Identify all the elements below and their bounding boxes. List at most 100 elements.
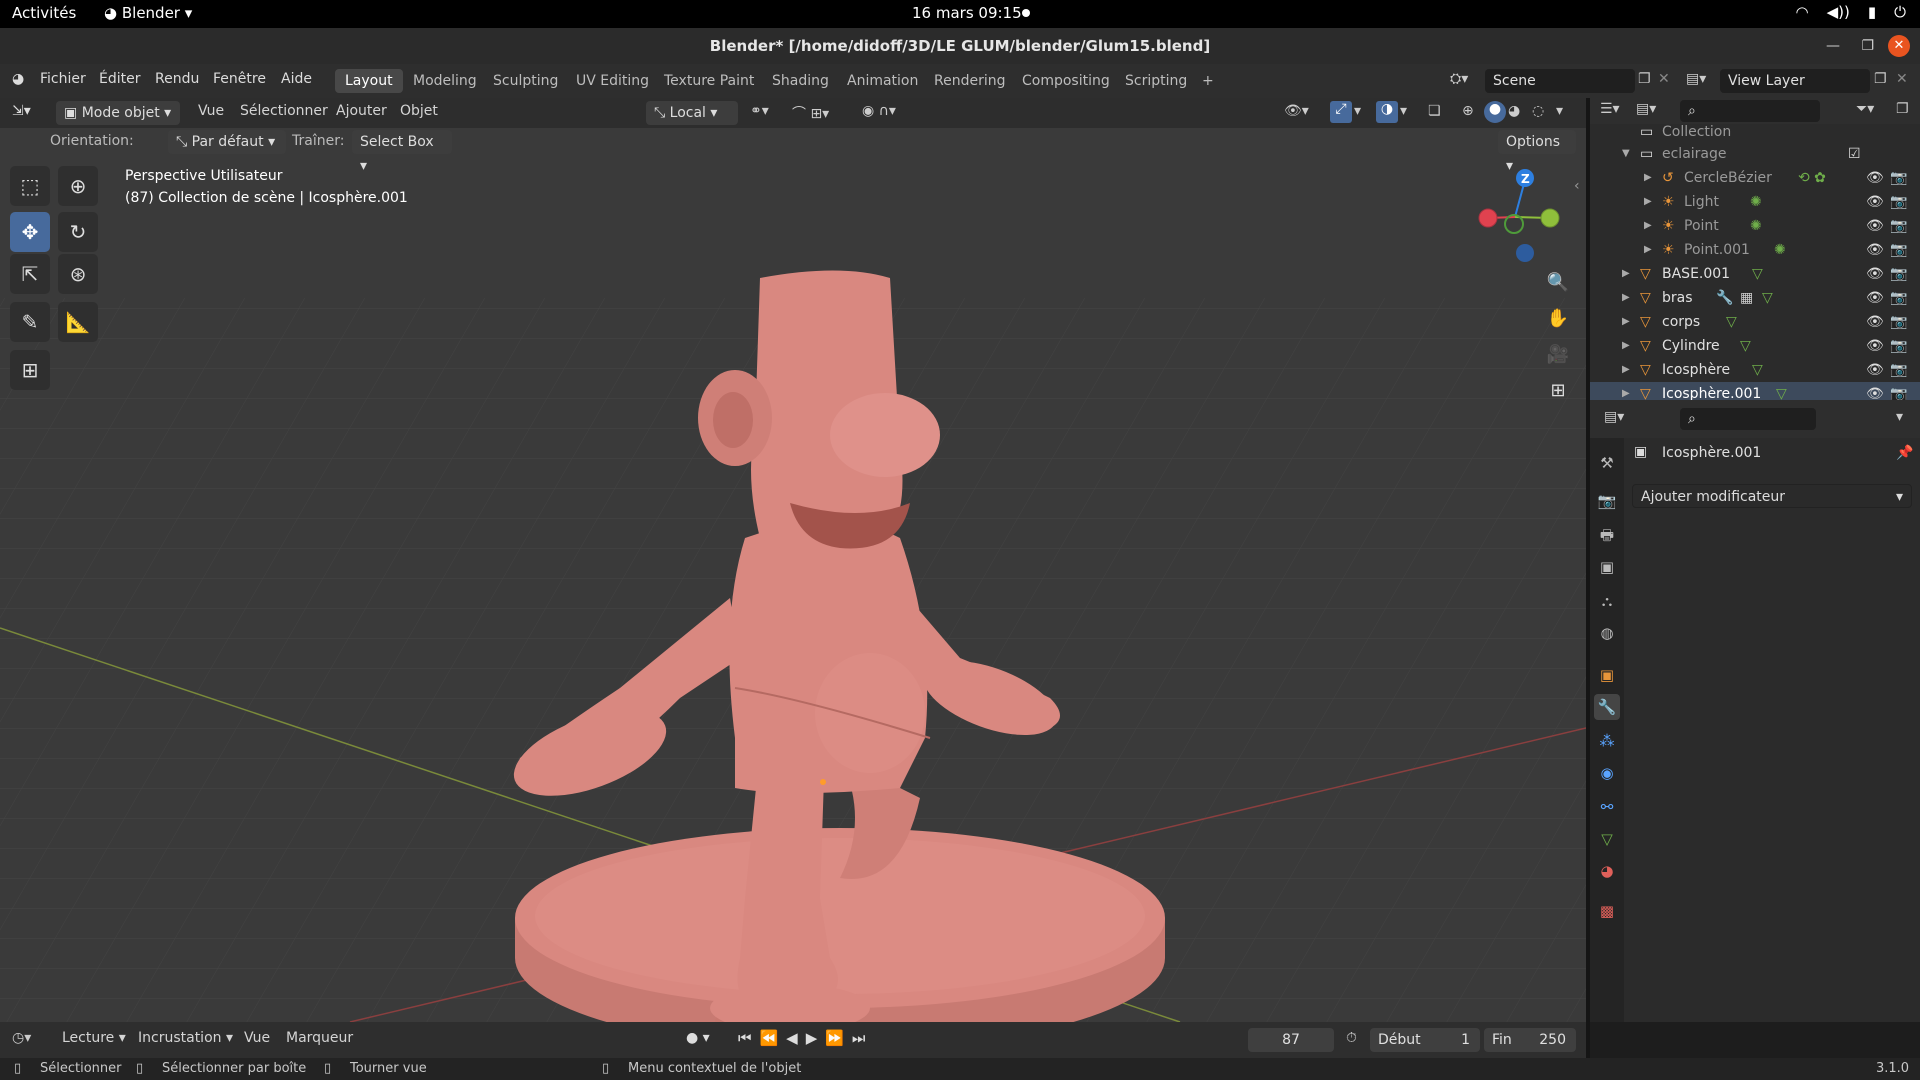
visibility-icon[interactable]: 👁▾ — [1284, 103, 1309, 119]
view-layer-tab-icon[interactable]: ▣ — [1594, 554, 1620, 580]
record-icon[interactable]: ● ▾ — [686, 1030, 710, 1046]
orientation-select[interactable]: ⤡ Par défaut ▾ — [168, 130, 286, 154]
collapse-icon[interactable]: ▼ — [1622, 142, 1630, 166]
scene-tab-icon[interactable]: ⛬ — [1594, 588, 1620, 614]
material-shading-icon[interactable]: ◕ — [1508, 103, 1520, 119]
render-camera-icon[interactable]: 📷 — [1890, 214, 1907, 238]
visibility-eye-icon[interactable]: 👁 — [1866, 334, 1884, 358]
outliner-search-input[interactable]: ⌕ — [1680, 100, 1820, 122]
close-icon[interactable]: ✕ — [1888, 35, 1910, 57]
expand-icon[interactable]: ▶ — [1622, 334, 1630, 358]
expand-icon[interactable]: ▶ — [1622, 262, 1630, 286]
menu-fichier[interactable]: Fichier — [40, 71, 86, 87]
proportional-edit-icon[interactable]: ◉ ∩▾ — [862, 103, 896, 119]
render-camera-icon[interactable]: 📷 — [1890, 334, 1907, 358]
new-view-layer-icon[interactable]: ❐ — [1874, 71, 1887, 87]
measure-tool-icon[interactable]: 📐 — [58, 302, 98, 342]
delete-scene-icon[interactable]: ✕ — [1658, 71, 1670, 87]
menu-objet[interactable]: Objet — [400, 103, 438, 119]
properties-editor-icon[interactable]: ▤▾ — [1604, 409, 1624, 425]
tab-uv-editing[interactable]: UV Editing — [566, 69, 659, 93]
timeline-editor-icon[interactable]: ◷▾ — [12, 1030, 31, 1046]
particles-tab-icon[interactable]: ⁂ — [1594, 728, 1620, 754]
editor-type-icon[interactable]: ⇲▾ — [12, 103, 31, 119]
properties-search-input[interactable]: ⌕ — [1680, 408, 1816, 430]
render-camera-icon[interactable]: 📷 — [1890, 190, 1907, 214]
visibility-eye-icon[interactable]: 👁 — [1866, 286, 1884, 310]
snap-icon[interactable]: ⌒ ⊞▾ — [792, 103, 829, 123]
outliner-row-selected[interactable]: ▶ ▽ Icosphère.001 ▽ 👁 📷 — [1590, 382, 1920, 400]
tool-tab-icon[interactable]: ⚒ — [1594, 450, 1620, 476]
current-frame-field[interactable]: 87 — [1248, 1028, 1334, 1052]
render-camera-icon[interactable]: 📷 — [1890, 358, 1907, 382]
annotate-tool-icon[interactable]: ✎ — [10, 302, 50, 342]
visibility-eye-icon[interactable]: 👁 — [1866, 214, 1884, 238]
minimize-icon[interactable]: — — [1826, 36, 1840, 56]
outliner-row[interactable]: ▼ ▭ eclairage ☑ — [1590, 142, 1920, 166]
outliner-row[interactable]: ▶ ↺ CercleBézier ⟲ ✿ 👁 📷 — [1590, 166, 1920, 190]
menu-marqueur[interactable]: Marqueur — [286, 1030, 353, 1046]
visibility-eye-icon[interactable]: 👁 — [1866, 382, 1884, 400]
outliner-row[interactable]: ▶ ☀ Point ✺ 👁 📷 — [1590, 214, 1920, 238]
expand-icon[interactable]: ▶ — [1622, 310, 1630, 334]
properties-editor[interactable]: ▤▾ ⌕ ▾ ⚒ 📷 🖶 ▣ ⛬ ◍ ▣ 🔧 ⁂ ◉ ⚯ ▽ ◕ ▩ ▣ Ico… — [1590, 400, 1920, 1022]
scene-field[interactable]: Scene — [1485, 69, 1635, 93]
end-frame-field[interactable]: Fin 250 — [1484, 1028, 1576, 1052]
tab-animation[interactable]: Animation — [837, 69, 928, 93]
tab-modeling[interactable]: Modeling — [403, 69, 487, 93]
menu-incrustation[interactable]: Incrustation ▾ — [138, 1030, 233, 1046]
xray-icon[interactable]: ❏ — [1428, 103, 1441, 119]
transform-tool-icon[interactable]: ⊛ — [58, 254, 98, 294]
modifier-tab-icon[interactable]: 🔧 — [1594, 694, 1620, 720]
rotate-tool-icon[interactable]: ↻ — [58, 212, 98, 252]
outliner-row[interactable]: ▶ ▽ BASE.001 ▽ 👁 📷 — [1590, 262, 1920, 286]
system-tray[interactable]: ◠ ◀)) ▮ ⏻ — [1796, 3, 1906, 21]
start-frame-field[interactable]: Début 1 — [1370, 1028, 1480, 1052]
data-tab-icon[interactable]: ▽ — [1594, 826, 1620, 852]
blender-logo-icon[interactable]: ◕ — [12, 71, 24, 87]
view-layer-field[interactable]: View Layer — [1720, 69, 1870, 93]
outliner[interactable]: ☰▾ ▤▾ ⌕ ⏷▾ ❐ ▭ Collection ▼ ▭ eclairage … — [1590, 98, 1920, 400]
new-scene-icon[interactable]: ❐ — [1638, 71, 1651, 87]
sidebar-toggle-icon[interactable]: ‹ — [1574, 178, 1580, 194]
menu-rendu[interactable]: Rendu — [155, 71, 199, 87]
move-tool-icon[interactable]: ✥ — [10, 212, 50, 252]
tab-rendering[interactable]: Rendering — [924, 69, 1016, 93]
expand-icon[interactable]: ▶ — [1644, 166, 1652, 190]
overlay-toggle-icon[interactable]: ◑ — [1376, 101, 1398, 123]
constraints-tab-icon[interactable]: ⚯ — [1594, 794, 1620, 820]
filter-icon[interactable]: ⏷▾ — [1856, 101, 1874, 117]
expand-icon[interactable]: ▶ — [1644, 214, 1652, 238]
visibility-eye-icon[interactable]: 👁 — [1866, 262, 1884, 286]
outliner-row[interactable]: ▶ ☀ Point.001 ✺ 👁 📷 — [1590, 238, 1920, 262]
render-camera-icon[interactable]: 📷 — [1890, 166, 1907, 190]
expand-icon[interactable]: ▶ — [1622, 358, 1630, 382]
texture-tab-icon[interactable]: ▩ — [1594, 898, 1620, 924]
pan-hand-icon[interactable]: ✋ — [1543, 304, 1573, 334]
outliner-row[interactable]: ▶ ☀ Light ✺ 👁 📷 — [1590, 190, 1920, 214]
scale-tool-icon[interactable]: ⇱ — [10, 254, 50, 294]
material-tab-icon[interactable]: ◕ — [1594, 858, 1620, 884]
checkbox-icon[interactable]: ☑ — [1848, 142, 1861, 166]
tab-compositing[interactable]: Compositing — [1012, 69, 1120, 93]
visibility-eye-icon[interactable]: 👁 — [1866, 358, 1884, 382]
display-mode-icon[interactable]: ▤▾ — [1636, 101, 1656, 117]
render-camera-icon[interactable]: 📷 — [1890, 310, 1907, 334]
expand-icon[interactable]: ▶ — [1622, 286, 1630, 310]
menu-editer[interactable]: Éditer — [99, 71, 140, 87]
render-camera-icon[interactable]: 📷 — [1890, 238, 1907, 262]
playback-controls[interactable]: ⏮⏪◀▶⏩⏭ — [738, 1029, 873, 1047]
options-dropdown[interactable]: Options ▾ — [1498, 130, 1576, 174]
pin-icon[interactable]: 📌 — [1896, 445, 1913, 461]
tab-scripting[interactable]: Scripting — [1115, 69, 1197, 93]
outliner-row[interactable]: ▶ ▽ Cylindre ▽ 👁 📷 — [1590, 334, 1920, 358]
render-camera-icon[interactable]: 📷 — [1890, 262, 1907, 286]
outliner-editor-icon[interactable]: ☰▾ — [1600, 101, 1620, 117]
tab-texture-paint[interactable]: Texture Paint — [654, 69, 764, 93]
menu-ajouter[interactable]: Ajouter — [336, 103, 387, 119]
physics-tab-icon[interactable]: ◉ — [1594, 760, 1620, 786]
activities-button[interactable]: Activités — [12, 4, 76, 22]
visibility-eye-icon[interactable]: 👁 — [1866, 310, 1884, 334]
add-cube-tool-icon[interactable]: ⊞ — [10, 350, 50, 390]
add-workspace-icon[interactable]: + — [1192, 69, 1224, 93]
